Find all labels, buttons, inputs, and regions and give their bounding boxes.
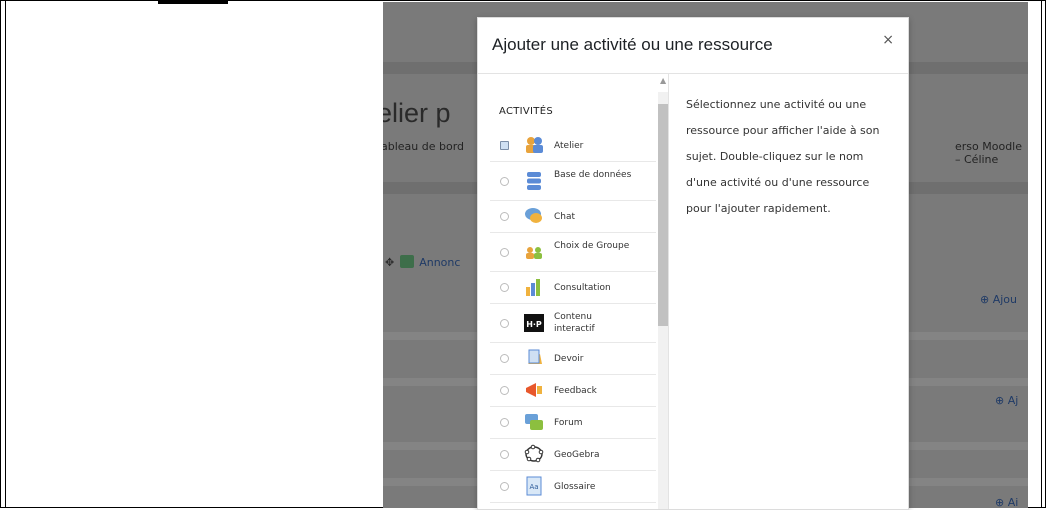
feedback-icon: [526, 383, 542, 397]
activity-label: Base de données: [554, 170, 632, 180]
activity-item-interactive-content[interactable]: H·P Contenu interactif: [490, 304, 656, 343]
activity-label: Forum: [554, 418, 583, 428]
forum-icon: [525, 414, 543, 430]
atelier-icon: [526, 137, 543, 153]
activity-label: Atelier: [554, 141, 584, 151]
activity-radio[interactable]: [500, 319, 509, 328]
announcements-label: Annonc: [419, 256, 461, 269]
activity-label: Glossaire: [554, 482, 596, 492]
breadcrumb-right[interactable]: erso Moodle – Céline: [955, 140, 1028, 166]
activity-label: Devoir: [554, 354, 584, 364]
h5p-icon: H·P: [524, 314, 544, 332]
activity-radio[interactable]: [500, 141, 509, 150]
activity-label: Chat: [554, 212, 576, 222]
svg-text:Aa: Aa: [529, 483, 538, 491]
close-icon[interactable]: ×: [882, 32, 894, 48]
activity-chooser-dialog: Ajouter une activité ou une ressource × …: [477, 17, 909, 510]
chat-icon: [525, 208, 542, 223]
geogebra-icon: [524, 444, 544, 463]
assignment-icon: [528, 349, 542, 364]
activity-label: Consultation: [554, 283, 611, 293]
move-icon[interactable]: ✥: [385, 256, 394, 269]
consultation-icon: [526, 279, 540, 296]
activity-item-consultation[interactable]: Consultation: [490, 272, 656, 304]
glossary-icon: Aa: [526, 476, 542, 496]
course-title-fragment: elier p: [383, 98, 451, 128]
database-icon: [527, 172, 541, 190]
activity-label: Feedback: [554, 386, 597, 396]
help-text: Sélectionnez une activité ou une ressour…: [686, 98, 880, 215]
activity-radio[interactable]: [500, 354, 509, 363]
activity-label: Contenu interactif: [554, 312, 595, 334]
add-activity-link[interactable]: ⊕ Ajou: [980, 293, 1017, 306]
activities-heading: ACTIVITÉS: [499, 106, 553, 117]
activity-radio[interactable]: [500, 283, 509, 292]
breadcrumb-left[interactable]: ableau de bord: [383, 140, 464, 153]
forum-icon: [400, 255, 415, 268]
announcements-link[interactable]: ✥ Annonc: [385, 255, 460, 269]
group-choice-icon: [526, 247, 542, 259]
plus-circle-icon: ⊕: [980, 293, 993, 306]
activity-item-feedback[interactable]: Feedback: [490, 375, 656, 407]
activity-list[interactable]: ACTIVITÉS ▲ Atelier Base de données Chat: [482, 74, 669, 509]
activity-radio[interactable]: [500, 418, 509, 427]
plus-circle-icon: ⊕: [995, 394, 1008, 407]
activity-item-chat[interactable]: Chat: [490, 201, 656, 233]
plus-circle-icon: ⊕: [995, 496, 1008, 508]
scroll-up-icon[interactable]: ▲: [660, 76, 666, 85]
svg-text:H·P: H·P: [526, 320, 542, 329]
activity-radio[interactable]: [500, 212, 509, 221]
activity-label: GeoGebra: [554, 450, 600, 460]
activity-radio[interactable]: [500, 450, 509, 459]
scrollbar-thumb[interactable]: [658, 104, 668, 326]
frame-divider-left: [5, 1, 6, 507]
dialog-title: Ajouter une activité ou une ressource: [492, 35, 773, 54]
add-activity-link[interactable]: ⊕ Ai: [995, 496, 1018, 508]
activity-radio[interactable]: [500, 386, 509, 395]
activity-item-forum[interactable]: Forum: [490, 407, 656, 439]
frame-divider-right: [1041, 1, 1042, 507]
activity-radio[interactable]: [500, 248, 509, 257]
activity-radio[interactable]: [500, 482, 509, 491]
activity-item-group-choice[interactable]: Choix de Groupe: [490, 233, 656, 272]
frame-top-stub: [158, 1, 228, 4]
add-activity-link[interactable]: ⊕ Aj: [995, 394, 1018, 407]
activity-item-glossary[interactable]: Aa Glossaire: [490, 471, 656, 503]
activity-label: Choix de Groupe: [554, 241, 630, 251]
activity-item-geogebra[interactable]: GeoGebra: [490, 439, 656, 471]
activity-item-atelier[interactable]: Atelier: [490, 130, 656, 162]
activity-radio[interactable]: [500, 177, 509, 186]
activity-item-assignment[interactable]: Devoir: [490, 343, 656, 375]
activity-item-database[interactable]: Base de données: [490, 162, 656, 201]
